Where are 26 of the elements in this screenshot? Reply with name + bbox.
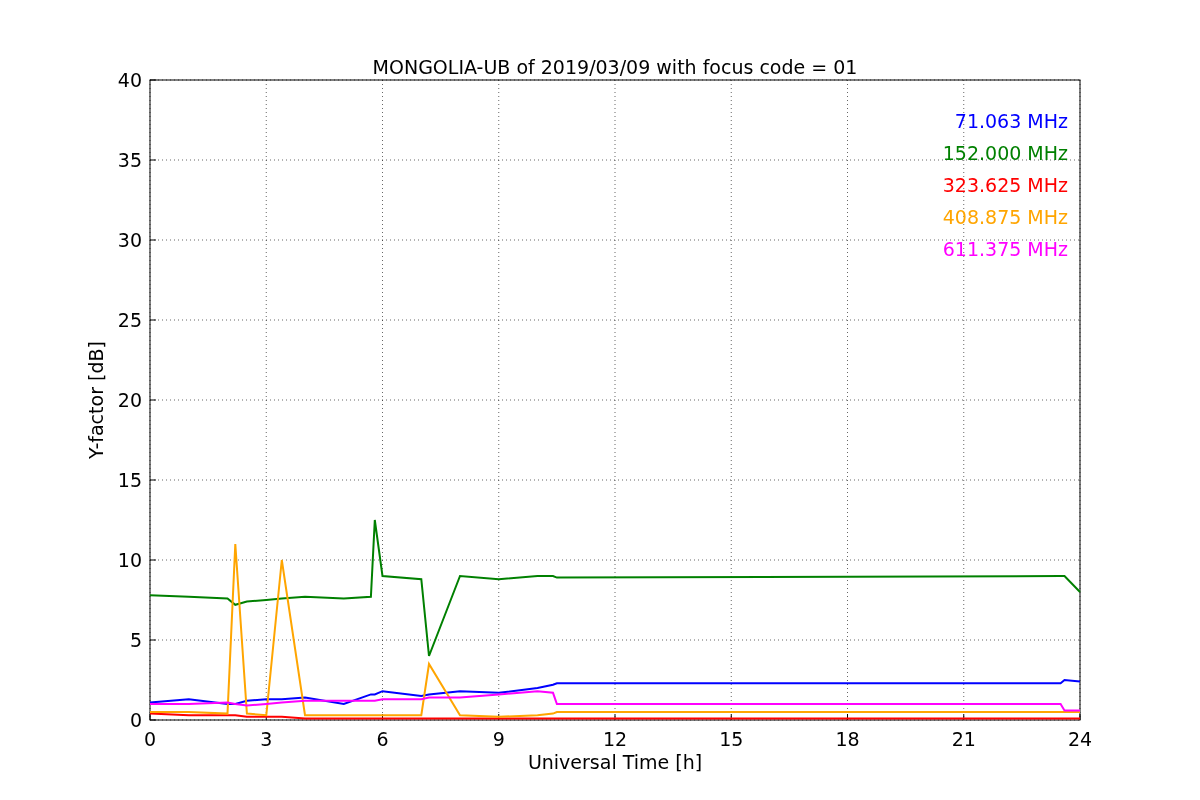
legend-label: 152.000 MHz: [942, 142, 1068, 164]
y-tick-label: 40: [117, 69, 142, 91]
y-tick-label: 5: [129, 629, 142, 651]
y-tick-label: 30: [117, 229, 142, 251]
y-tick-label: 0: [129, 709, 142, 731]
legend-label: 71.063 MHz: [954, 110, 1068, 132]
y-axis-label: Y-factor [dB]: [85, 341, 107, 459]
x-tick-label: 15: [719, 728, 744, 750]
x-tick-label: 18: [835, 728, 860, 750]
x-tick-label: 3: [260, 728, 273, 750]
x-tick-label: 0: [143, 728, 157, 750]
y-tick-label: 25: [117, 309, 142, 331]
y-tick-label: 35: [117, 149, 142, 171]
chart-title: MONGOLIA-UB of 2019/03/09 with focus code = 01: [372, 56, 858, 78]
x-tick-label: 9: [492, 728, 505, 750]
legend-label: 611.375 MHz: [942, 238, 1068, 260]
x-axis-label: Universal Time [h]: [527, 751, 703, 773]
y-tick-label: 20: [117, 389, 142, 411]
legend-label: 408.875 MHz: [942, 206, 1068, 228]
y-tick-label: 15: [117, 469, 142, 491]
x-tick-label: 6: [376, 728, 389, 750]
legend-label: 323.625 MHz: [942, 174, 1068, 196]
x-tick-label: 21: [951, 728, 976, 750]
y-tick-label: 10: [117, 549, 142, 571]
x-tick-label: 12: [602, 728, 628, 750]
x-tick-label: 24: [1067, 728, 1093, 750]
